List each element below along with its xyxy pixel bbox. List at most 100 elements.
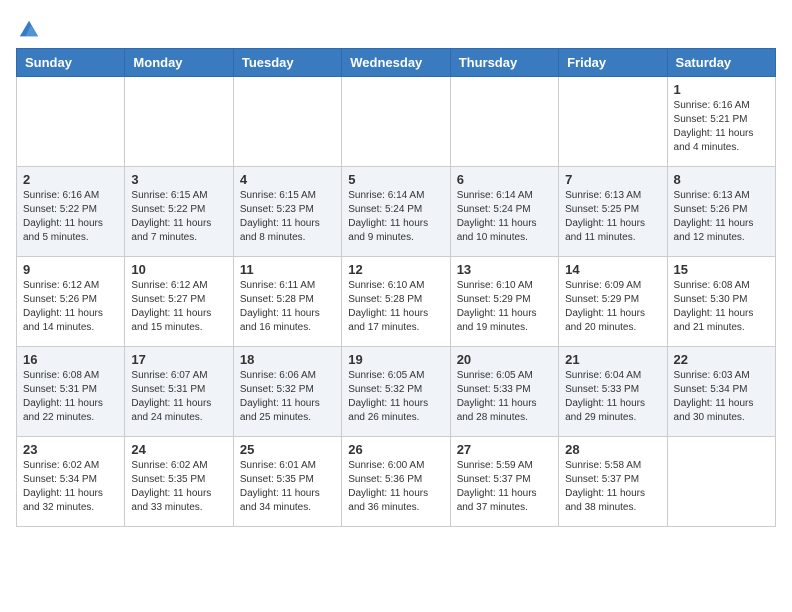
calendar-header-row: SundayMondayTuesdayWednesdayThursdayFrid… [17, 49, 776, 77]
calendar-cell: 3 Sunrise: 6:15 AM Sunset: 5:22 PM Daylig… [125, 167, 233, 257]
calendar-week-row: 23 Sunrise: 6:02 AM Sunset: 5:34 PM Dayli… [17, 437, 776, 527]
day-info: Sunrise: 6:04 AM Sunset: 5:33 PM Dayligh… [565, 369, 660, 425]
day-info: Sunrise: 6:13 AM Sunset: 5:26 PM Dayligh… [674, 189, 769, 245]
calendar-cell: 25Sunrise: 6:01 AM Sunset: 5:35 PM Dayli… [233, 437, 341, 527]
day-number: 13 [457, 262, 552, 277]
calendar-cell [342, 77, 450, 167]
day-info: Sunrise: 6:08 AM Sunset: 5:31 PM Dayligh… [23, 369, 118, 425]
day-number: 26 [348, 442, 443, 457]
calendar-cell: 9 Sunrise: 6:12 AM Sunset: 5:26 PM Daylig… [17, 257, 125, 347]
day-info: Sunrise: 6:10 AM Sunset: 5:29 PM Dayligh… [457, 279, 552, 335]
day-number: 1 [674, 82, 769, 97]
calendar-cell [450, 77, 558, 167]
calendar-week-row: 1 Sunrise: 6:16 AM Sunset: 5:21 PM Daylig… [17, 77, 776, 167]
day-number: 3 [131, 172, 226, 187]
day-number: 28 [565, 442, 660, 457]
day-number: 2 [23, 172, 118, 187]
day-number: 4 [240, 172, 335, 187]
day-info: Sunrise: 6:05 AM Sunset: 5:32 PM Dayligh… [348, 369, 443, 425]
calendar-week-row: 16 Sunrise: 6:08 AM Sunset: 5:31 PM Dayli… [17, 347, 776, 437]
day-info: Sunrise: 6:15 AM Sunset: 5:23 PM Dayligh… [240, 189, 335, 245]
calendar-cell: 20Sunrise: 6:05 AM Sunset: 5:33 PM Dayli… [450, 347, 558, 437]
day-info: Sunrise: 6:07 AM Sunset: 5:31 PM Dayligh… [131, 369, 226, 425]
calendar-week-row: 9 Sunrise: 6:12 AM Sunset: 5:26 PM Daylig… [17, 257, 776, 347]
calendar-cell: 18Sunrise: 6:06 AM Sunset: 5:32 PM Dayli… [233, 347, 341, 437]
day-info: Sunrise: 5:59 AM Sunset: 5:37 PM Dayligh… [457, 459, 552, 515]
calendar-cell: 24 Sunrise: 6:02 AM Sunset: 5:35 PM Dayli… [125, 437, 233, 527]
day-info: Sunrise: 6:01 AM Sunset: 5:35 PM Dayligh… [240, 459, 335, 515]
day-number: 8 [674, 172, 769, 187]
calendar-cell: 11Sunrise: 6:11 AM Sunset: 5:28 PM Dayli… [233, 257, 341, 347]
calendar-cell [17, 77, 125, 167]
logo [16, 16, 40, 36]
logo-icon [18, 18, 40, 40]
day-info: Sunrise: 6:15 AM Sunset: 5:22 PM Dayligh… [131, 189, 226, 245]
calendar-cell [559, 77, 667, 167]
day-info: Sunrise: 6:11 AM Sunset: 5:28 PM Dayligh… [240, 279, 335, 335]
calendar-cell: 12 Sunrise: 6:10 AM Sunset: 5:28 PM Dayli… [342, 257, 450, 347]
day-number: 7 [565, 172, 660, 187]
calendar-cell: 4 Sunrise: 6:15 AM Sunset: 5:23 PM Daylig… [233, 167, 341, 257]
calendar-cell: 28 Sunrise: 5:58 AM Sunset: 5:37 PM Dayli… [559, 437, 667, 527]
day-number: 6 [457, 172, 552, 187]
calendar-cell: 23 Sunrise: 6:02 AM Sunset: 5:34 PM Dayli… [17, 437, 125, 527]
day-info: Sunrise: 6:12 AM Sunset: 5:26 PM Dayligh… [23, 279, 118, 335]
day-number: 19 [348, 352, 443, 367]
calendar-cell: 27 Sunrise: 5:59 AM Sunset: 5:37 PM Dayli… [450, 437, 558, 527]
day-info: Sunrise: 6:10 AM Sunset: 5:28 PM Dayligh… [348, 279, 443, 335]
day-info: Sunrise: 5:58 AM Sunset: 5:37 PM Dayligh… [565, 459, 660, 515]
day-of-week-header: Tuesday [233, 49, 341, 77]
day-number: 27 [457, 442, 552, 457]
day-info: Sunrise: 6:12 AM Sunset: 5:27 PM Dayligh… [131, 279, 226, 335]
calendar-cell [667, 437, 775, 527]
calendar-cell [125, 77, 233, 167]
calendar-cell: 21 Sunrise: 6:04 AM Sunset: 5:33 PM Dayli… [559, 347, 667, 437]
calendar-cell: 17 Sunrise: 6:07 AM Sunset: 5:31 PM Dayli… [125, 347, 233, 437]
day-info: Sunrise: 6:00 AM Sunset: 5:36 PM Dayligh… [348, 459, 443, 515]
calendar-cell: 1 Sunrise: 6:16 AM Sunset: 5:21 PM Daylig… [667, 77, 775, 167]
calendar-cell: 19 Sunrise: 6:05 AM Sunset: 5:32 PM Dayli… [342, 347, 450, 437]
day-info: Sunrise: 6:08 AM Sunset: 5:30 PM Dayligh… [674, 279, 769, 335]
day-number: 5 [348, 172, 443, 187]
day-number: 14 [565, 262, 660, 277]
day-info: Sunrise: 6:14 AM Sunset: 5:24 PM Dayligh… [348, 189, 443, 245]
day-info: Sunrise: 6:09 AM Sunset: 5:29 PM Dayligh… [565, 279, 660, 335]
day-number: 12 [348, 262, 443, 277]
day-of-week-header: Thursday [450, 49, 558, 77]
calendar-cell: 10 Sunrise: 6:12 AM Sunset: 5:27 PM Dayli… [125, 257, 233, 347]
day-number: 20 [457, 352, 552, 367]
calendar-cell: 22 Sunrise: 6:03 AM Sunset: 5:34 PM Dayli… [667, 347, 775, 437]
day-info: Sunrise: 6:02 AM Sunset: 5:34 PM Dayligh… [23, 459, 118, 515]
calendar-cell: 15Sunrise: 6:08 AM Sunset: 5:30 PM Dayli… [667, 257, 775, 347]
day-info: Sunrise: 6:16 AM Sunset: 5:21 PM Dayligh… [674, 99, 769, 155]
calendar-cell: 7 Sunrise: 6:13 AM Sunset: 5:25 PM Daylig… [559, 167, 667, 257]
calendar-cell: 5 Sunrise: 6:14 AM Sunset: 5:24 PM Daylig… [342, 167, 450, 257]
day-of-week-header: Sunday [17, 49, 125, 77]
day-info: Sunrise: 6:02 AM Sunset: 5:35 PM Dayligh… [131, 459, 226, 515]
calendar-cell: 13 Sunrise: 6:10 AM Sunset: 5:29 PM Dayli… [450, 257, 558, 347]
day-info: Sunrise: 6:16 AM Sunset: 5:22 PM Dayligh… [23, 189, 118, 245]
calendar-cell [233, 77, 341, 167]
day-number: 10 [131, 262, 226, 277]
day-number: 24 [131, 442, 226, 457]
day-info: Sunrise: 6:03 AM Sunset: 5:34 PM Dayligh… [674, 369, 769, 425]
day-of-week-header: Friday [559, 49, 667, 77]
day-info: Sunrise: 6:14 AM Sunset: 5:24 PM Dayligh… [457, 189, 552, 245]
calendar-cell: 8 Sunrise: 6:13 AM Sunset: 5:26 PM Daylig… [667, 167, 775, 257]
calendar-cell: 14 Sunrise: 6:09 AM Sunset: 5:29 PM Dayli… [559, 257, 667, 347]
page-header [16, 16, 776, 36]
calendar-cell: 6 Sunrise: 6:14 AM Sunset: 5:24 PM Daylig… [450, 167, 558, 257]
day-number: 17 [131, 352, 226, 367]
calendar-table: SundayMondayTuesdayWednesdayThursdayFrid… [16, 48, 776, 527]
day-number: 23 [23, 442, 118, 457]
calendar-cell: 26 Sunrise: 6:00 AM Sunset: 5:36 PM Dayli… [342, 437, 450, 527]
day-number: 21 [565, 352, 660, 367]
day-of-week-header: Saturday [667, 49, 775, 77]
day-number: 16 [23, 352, 118, 367]
day-number: 9 [23, 262, 118, 277]
day-info: Sunrise: 6:13 AM Sunset: 5:25 PM Dayligh… [565, 189, 660, 245]
day-number: 22 [674, 352, 769, 367]
day-of-week-header: Wednesday [342, 49, 450, 77]
calendar-cell: 2 Sunrise: 6:16 AM Sunset: 5:22 PM Daylig… [17, 167, 125, 257]
calendar-week-row: 2 Sunrise: 6:16 AM Sunset: 5:22 PM Daylig… [17, 167, 776, 257]
